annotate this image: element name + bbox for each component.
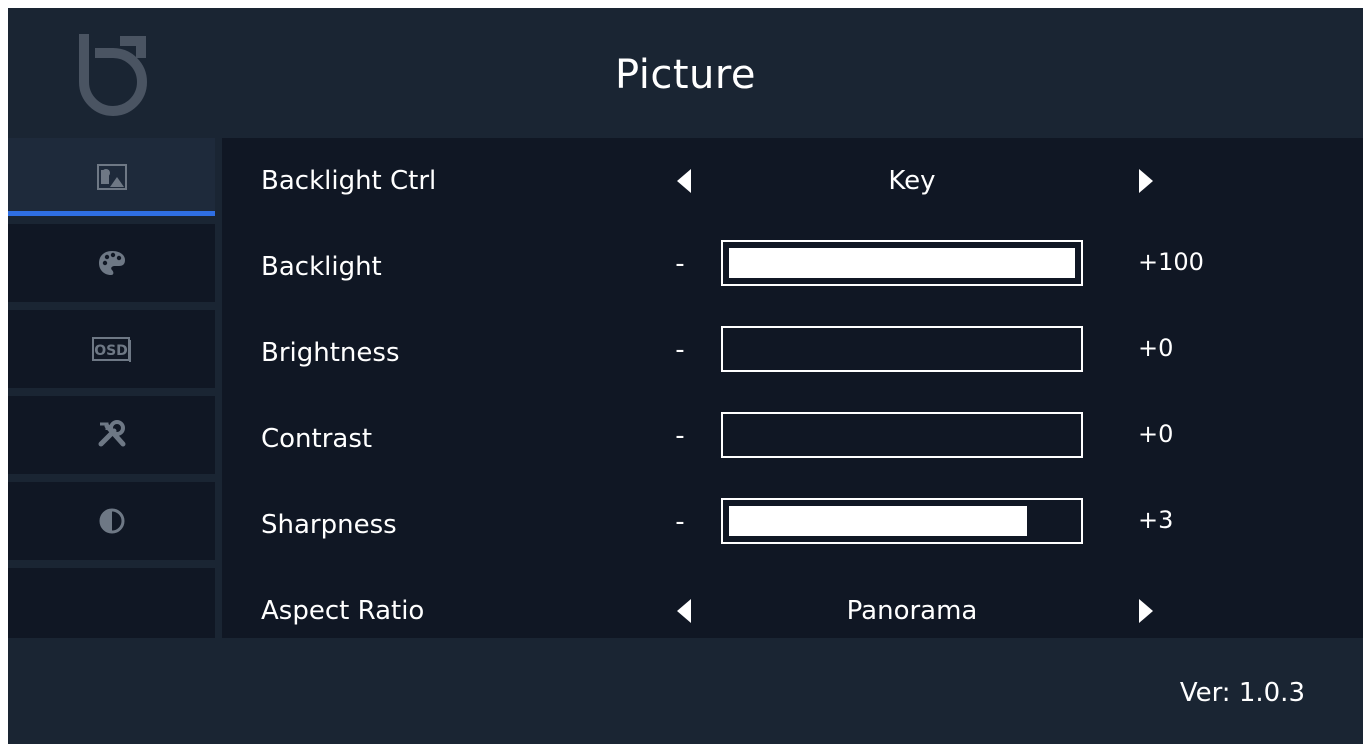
sidebar-item-osd[interactable]: OSD (8, 310, 215, 388)
slider-bar[interactable] (721, 498, 1083, 544)
decrease-indicator: - (675, 249, 685, 279)
setting-label: Brightness (261, 338, 400, 368)
footer: Ver: 1.0.3 (8, 638, 1363, 744)
page-title: Picture (614, 52, 757, 98)
setting-row-contrast[interactable]: Contrast - +0 (222, 396, 1363, 482)
setting-label: Backlight Ctrl (261, 166, 437, 196)
header: Picture (8, 8, 1363, 138)
version-label: Ver: 1.0.3 (1179, 678, 1305, 708)
decrease-indicator: - (675, 507, 685, 537)
half-circle-icon (99, 508, 124, 534)
sidebar-item-picture[interactable] (8, 138, 215, 216)
setting-row-brightness[interactable]: Brightness - +0 (222, 310, 1363, 396)
setting-number: +3 (1138, 506, 1174, 534)
slider-fill (729, 506, 1027, 536)
decrease-indicator: - (675, 335, 685, 365)
arrow-left-icon[interactable] (669, 138, 699, 224)
setting-label: Contrast (261, 424, 373, 454)
sidebar: OSD (8, 138, 215, 638)
slider-bar[interactable] (721, 412, 1083, 458)
setting-value: Key (888, 166, 936, 196)
picture-icon (96, 164, 127, 190)
setting-row-sharpness[interactable]: Sharpness - +3 (222, 482, 1363, 568)
arrow-right-icon[interactable] (1131, 138, 1161, 224)
osd-menu: Picture OSD Backlight Ctrl Key Backlight… (8, 8, 1363, 744)
settings-panel: Backlight Ctrl Key Backlight - +100 Brig… (222, 138, 1363, 638)
palette-icon (98, 251, 125, 275)
setting-number: +100 (1138, 248, 1204, 276)
setting-label: Backlight (261, 252, 382, 282)
sidebar-item-color[interactable] (8, 224, 215, 302)
slider-bar[interactable] (721, 240, 1083, 286)
sidebar-item-setup[interactable] (8, 396, 215, 474)
setting-number: +0 (1138, 420, 1174, 448)
setting-number: +0 (1138, 334, 1174, 362)
osd-icon-text: OSD (94, 343, 128, 359)
active-indicator (8, 211, 215, 216)
slider-fill (729, 248, 1075, 278)
slider-bar[interactable] (721, 326, 1083, 372)
sidebar-item-contrast-mode[interactable] (8, 482, 215, 560)
sidebar-item-empty (8, 568, 215, 638)
setting-label: Sharpness (261, 510, 397, 540)
setting-row-backlight-ctrl[interactable]: Backlight Ctrl Key (222, 138, 1363, 224)
osd-icon: OSD (91, 337, 131, 362)
tools-icon (98, 420, 125, 447)
setting-row-backlight[interactable]: Backlight - +100 (222, 224, 1363, 310)
decrease-indicator: - (675, 421, 685, 451)
